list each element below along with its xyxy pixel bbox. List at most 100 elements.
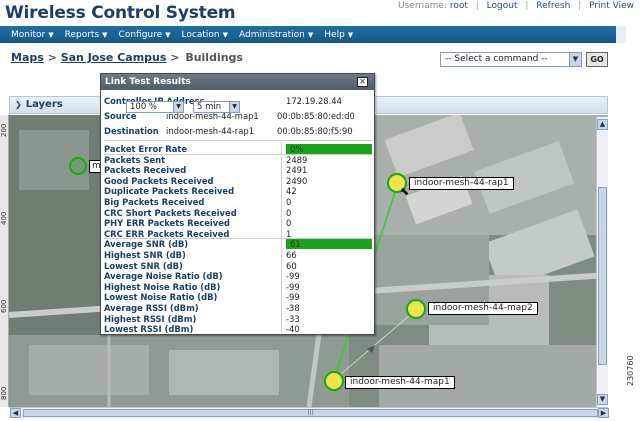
stat-label: Lowest SNR (dB) [104,260,183,271]
stat-value: -38 [286,303,300,313]
command-select-value: -- Select a command -- [445,54,548,64]
menu-label: Administration [239,29,305,40]
ap-label-map1[interactable]: indoor-mesh-44-map1 [345,376,455,389]
stat-value: 1 [286,228,292,239]
stat-row: Good Packets Received 2490 [104,176,372,186]
ruler-tick: 200 [0,123,8,137]
stat-row: CRC Short Packets Received 0 [104,208,372,218]
dialog-title: Link Test Results [105,77,191,87]
divider [104,140,372,141]
layers-toggle[interactable]: ❯ Layers [9,96,110,114]
header: Wireless Control System Username: root |… [0,0,640,26]
separator: | [475,1,479,11]
stat-label: CRC ERR Packets Received [104,228,230,239]
ruler-tick: 800 [0,386,8,400]
ap-label-rap1[interactable]: indoor-mesh-44-rap1 [409,177,514,190]
stat-row: Lowest Noise Ratio (dB) -99 [104,292,372,302]
access-point-icon[interactable] [406,299,426,319]
stat-value: -40 [286,324,300,335]
vertical-ruler: 200 400 600 800 [0,115,9,407]
stat-row: Lowest SNR (dB) 60 [104,261,372,271]
menu-label: Location [181,29,220,40]
separator: | [578,1,582,11]
stat-label: PHY ERR Packets Received [104,218,230,229]
chevron-down-icon[interactable]: ▼ [173,102,183,112]
access-point-icon[interactable] [69,157,87,175]
scrollbar-thumb[interactable]: ||| [23,409,598,417]
map-vertical-scrollbar[interactable]: ▲ ▼ [596,117,608,407]
menu-label: Monitor [11,29,46,40]
menu-label: Help [324,29,345,40]
ruler-tick: 600 [0,299,8,313]
menu-label: Configure [118,29,163,40]
menu-administration[interactable]: Administration ▼ [239,30,313,40]
scroll-up-icon[interactable]: ▲ [597,119,608,130]
breadcrumb-campus[interactable]: San Jose Campus [61,51,167,64]
chevron-down-icon[interactable]: ▼ [569,53,581,66]
stat-value: -99 [286,271,300,282]
menu-reports[interactable]: Reports ▼ [65,30,108,40]
scrollbar-thumb[interactable] [598,187,607,365]
stat-label: Good Packets Received [104,175,214,186]
scroll-down-icon[interactable]: ▼ [597,394,608,405]
menu-configure[interactable]: Configure ▼ [119,30,171,40]
stat-row: PHY ERR Packets Received 0 [104,218,372,228]
username-link[interactable]: root [450,1,468,11]
stat-row: Big Packets Received 0 [104,197,372,207]
stat-value: 0% [286,144,372,154]
scroll-left-icon[interactable]: ◀ [10,408,21,418]
layers-bar [376,96,608,114]
logout-link[interactable]: Logout [487,1,518,11]
stat-label: Packets Sent [104,154,166,165]
stat-value: 42 [286,186,297,197]
cursor-icon: ⬉ [400,185,410,198]
go-button[interactable]: GO [586,52,608,67]
print-view-link[interactable]: Print View [589,1,634,11]
breadcrumb-separator: > [47,51,57,64]
stat-value: -99 [286,281,300,292]
destination-row: Destination indoor-mesh-44-rap1 00:0b:85… [104,126,372,136]
controller-value: 172.19.28.44 [286,96,342,106]
stat-label: Lowest RSSI (dBm) [104,324,194,335]
zoom-value: 100 % [130,102,158,112]
menu-help[interactable]: Help ▼ [324,30,353,40]
stat-row: Average RSSI (dBm) -38 [104,303,372,313]
top-links: Username: root | Logout | Refresh | Prin… [398,1,634,11]
stat-value: 2490 [286,175,308,186]
stat-row: Lowest RSSI (dBm) -40 [104,324,372,334]
separator: | [525,1,529,11]
scroll-right-icon[interactable]: ▶ [598,408,609,418]
stat-value: 0 [286,197,292,207]
stat-label: Average SNR (dB) [104,239,189,250]
caret-down-icon: ▼ [165,30,171,39]
interval-select[interactable]: 5 min ▼ [193,101,240,113]
close-icon[interactable]: ✕ [357,77,368,87]
refresh-link[interactable]: Refresh [536,1,570,11]
menu-location[interactable]: Location ▼ [182,30,228,40]
zoom-select[interactable]: 100 % ▼ [126,101,184,113]
stat-row: Highest Noise Ratio (dB) -99 [104,282,372,292]
caret-down-icon: ▼ [222,30,229,39]
breadcrumb-separator: > [170,51,180,64]
stat-value: 2489 [286,154,308,165]
ap-label-map2[interactable]: indoor-mesh-44-map2 [428,302,538,315]
menu-monitor[interactable]: Monitor ▼ [11,30,54,40]
destination-mac: 00:0b:85:80:f5:90 [277,126,353,136]
stat-value: 66 [286,250,297,260]
breadcrumb-maps[interactable]: Maps [11,51,44,64]
stat-label: Average RSSI (dBm) [104,303,199,313]
stat-value: 0 [286,207,292,218]
stat-label: Average Noise Ratio (dB) [104,271,223,282]
caret-down-icon: ▼ [347,30,354,39]
stat-value: 61 [286,239,372,250]
stat-row: Packets Sent 2489 [104,155,372,165]
stat-label: Packet Error Rate [104,144,188,154]
map-horizontal-scrollbar[interactable]: ◀ ||| ▶ [9,407,609,418]
stat-row: Average SNR (dB) 61 [104,239,372,250]
ruler-tick: 400 [0,211,8,225]
stat-label: Highest SNR (dB) [104,250,186,260]
access-point-icon[interactable] [324,371,344,391]
stat-row: Packet Error Rate 0% [104,144,372,154]
command-select[interactable]: -- Select a command -- ▼ [440,52,582,67]
chevron-down-icon[interactable]: ▼ [229,102,239,112]
